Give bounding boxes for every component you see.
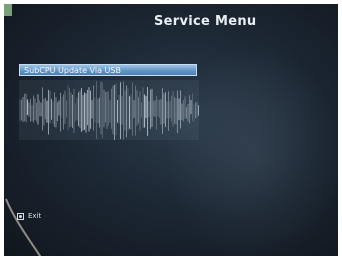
page-title: Service Menu [154,14,257,29]
cable-reflection [5,198,42,256]
progress-noise-area [19,80,199,140]
menu-item-subcpu-update[interactable]: SubCPU Update Via USB [19,64,197,76]
tv-screen: Service Menu SubCPU Update Via USB Exit [4,4,338,256]
tv-frame-corner [4,4,12,16]
menu-item-label: SubCPU Update Via USB [24,65,121,75]
